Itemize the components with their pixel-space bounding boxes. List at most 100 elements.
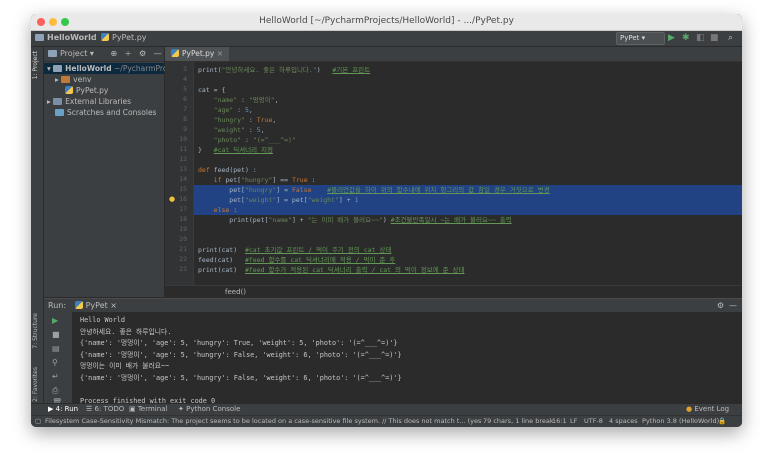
close-icon[interactable]: × [217, 49, 223, 58]
chevron-right-icon: ▸ [47, 97, 51, 106]
code-area[interactable]: print("안녕하세요. 좋은 하루입니다.") #기본 프린트 cat = {… [194, 62, 742, 285]
nav-file[interactable]: PyPet.py [101, 33, 147, 42]
code-line[interactable]: feed(cat) #feed 함수를 cat 딕셔너리에 적용 / 먹이 준 … [194, 255, 742, 265]
line-number: 14 [179, 175, 187, 183]
line-number: 13 [179, 165, 187, 173]
collapse-icon[interactable]: ÷ [125, 49, 132, 58]
locate-icon[interactable]: ⊕ [110, 49, 117, 58]
tab-event-log[interactable]: ● Event Log [686, 405, 729, 413]
line-number: 21 [179, 245, 187, 253]
search-icon[interactable]: ⌕ [728, 33, 733, 43]
code-line[interactable]: else : [194, 205, 742, 215]
hide-icon[interactable]: — [154, 49, 162, 58]
coverage-icon[interactable]: ◧ [696, 33, 705, 43]
debug-icon[interactable]: ✱ [682, 33, 690, 43]
left-tool-strip: 1: Project 7: Structure 2: Favorites [31, 47, 44, 403]
code-line[interactable]: "name" : "멍멍이", [194, 95, 742, 105]
code-editor: PyPet.py × 3 4 5 6 7 8 9 10 11 12 13 14 15 16 17 18 19 20… [165, 47, 742, 297]
line-number: 9 [183, 125, 187, 133]
tree-item-helloworld[interactable]: ▾ HelloWorld ~/PycharmProj [44, 63, 170, 74]
project-view-select[interactable]: Project [60, 49, 87, 58]
breadcrumb[interactable]: feed() [165, 285, 742, 297]
rerun-icon[interactable]: ▶ [52, 316, 58, 325]
run-config-tab[interactable]: PyPet [86, 301, 108, 310]
stop-icon[interactable]: ■ [52, 330, 60, 339]
console-line: 안녕하세요. 좋은 하루입니다. [80, 327, 172, 336]
gear-icon[interactable]: ⚙ [717, 299, 724, 312]
tab-structure[interactable]: 7: Structure [32, 313, 39, 349]
status-line-separator[interactable]: LF [570, 417, 577, 425]
folder-icon [61, 76, 71, 83]
line-number: 11 [179, 145, 187, 153]
nav-project[interactable]: HelloWorld [35, 33, 97, 42]
python-file-icon [74, 301, 83, 309]
status-indent[interactable]: 4 spaces [609, 417, 638, 425]
print-icon[interactable]: ⎙ [52, 386, 58, 396]
run-icon[interactable]: ▶ [668, 33, 675, 43]
code-line[interactable]: print(cat) #cat 초기값 프린트 / 먹이 주기 전의 cat 상… [194, 245, 742, 255]
lock-icon[interactable]: 🔒 [718, 417, 726, 425]
console-line: Hello World [80, 316, 126, 324]
soft-wrap-icon[interactable]: ↵ [52, 372, 59, 381]
library-icon [53, 98, 63, 105]
code-line[interactable]: "photo" : "(=^___^=)" [194, 135, 742, 145]
tab-favorites[interactable]: 2: Favorites [32, 367, 39, 402]
run-config-select[interactable]: PyPet ▾ [616, 32, 665, 45]
tab-pypet[interactable]: PyPet.py × [165, 47, 230, 61]
intention-bulb-icon[interactable]: ● [169, 195, 175, 203]
console-line: 멍멍이는 이미 배가 불러요~~ [80, 362, 170, 370]
code-line[interactable]: print(cat) #feed 함수가 적용된 cat 딕셔너리 출력 / c… [194, 265, 742, 275]
ide-window: HelloWorld [~/PycharmProjects/HelloWorld… [31, 14, 742, 427]
line-number: 7 [183, 105, 187, 113]
code-line[interactable]: } #cat 딕셔너리 지정 [194, 145, 742, 155]
hide-icon[interactable]: — [729, 299, 737, 312]
code-line[interactable]: def feed(pet) : [194, 165, 742, 175]
code-line[interactable]: pet["hungry"] = False #불리언값을 하이 위의 함수내에 … [194, 185, 742, 195]
code-line[interactable] [194, 155, 742, 165]
status-interpreter[interactable]: Python 3.8 (HelloWorld) [642, 417, 719, 425]
tab-python-console[interactable]: ✦ Python Console [178, 405, 240, 413]
line-number: 23 [179, 265, 187, 273]
line-number: 18 [179, 215, 187, 223]
code-line[interactable]: print(pet["name"] + "는 이미 배가 불러요~~") #조건… [194, 215, 742, 225]
code-line[interactable]: cat = { [194, 85, 742, 95]
layout-icon[interactable]: ▤ [52, 344, 60, 353]
stop-icon[interactable]: ■ [710, 33, 719, 43]
status-encoding[interactable]: UTF-8 [584, 417, 603, 425]
code-line[interactable]: print("안녕하세요. 좋은 하루입니다.") #기본 프린트 [194, 65, 742, 75]
run-panel-header: Run: PyPet × ⚙ — [44, 299, 742, 312]
status-icon[interactable]: ▢ [35, 417, 41, 425]
code-line[interactable]: "hungry" : True, [194, 115, 742, 125]
code-line[interactable]: if pet["hungry"] == True : [194, 175, 742, 185]
project-panel: Project ▾ ⊕ ÷ ⚙ — ▾ HelloWorld ~/Pycharm… [44, 47, 170, 297]
chevron-right-icon: ▸ [55, 75, 59, 84]
code-line[interactable]: "age" : 5, [194, 105, 742, 115]
tree-item-scratches[interactable]: Scratches and Consoles [44, 107, 164, 118]
tab-run[interactable]: ▶ 4: Run [48, 405, 78, 413]
code-line[interactable]: pet["weight"] = pet["weight"] + 1 [194, 195, 742, 205]
code-line[interactable] [194, 235, 742, 245]
folder-icon [48, 50, 57, 57]
line-number: 12 [179, 155, 187, 163]
code-line[interactable]: "weight" : 5, [194, 125, 742, 135]
navigation-bar: HelloWorld › PyPet.py PyPet ▾ ▶ ✱ ◧ ■ ⌕ [31, 31, 742, 47]
tree-item-pypet[interactable]: PyPet.py [44, 85, 164, 96]
python-file-icon [171, 49, 179, 57]
python-file-icon [101, 33, 109, 41]
tab-terminal[interactable]: ▣ Terminal [129, 405, 167, 413]
console-line: {'name': '멍멍이', 'age': 5, 'hungry': Fals… [80, 350, 402, 359]
gear-icon[interactable]: ⚙ [139, 49, 146, 58]
pin-icon[interactable]: ⚲ [52, 358, 58, 367]
status-bar: ▢ Filesystem Case-Sensitivity Mismatch: … [31, 415, 742, 427]
tree-item-venv[interactable]: ▸ venv [44, 74, 164, 85]
tree-item-external-libraries[interactable]: ▸ External Libraries [44, 96, 164, 107]
code-line[interactable] [194, 75, 742, 85]
status-message[interactable]: Filesystem Case-Sensitivity Mismatch: Th… [45, 417, 482, 425]
tab-project[interactable]: 1: Project [32, 51, 39, 79]
console-output[interactable]: Hello World 안녕하세요. 좋은 하루입니다. {'name': '멍멍이… [80, 315, 740, 407]
status-position[interactable]: 16:1 [552, 417, 567, 425]
run-toolbar: ▶ ■ ▤ ⚲ ↵ ⎙ 🗑 [44, 312, 72, 407]
tab-todo[interactable]: ☰ 6: TODO [86, 405, 124, 413]
code-line[interactable] [194, 225, 742, 235]
line-number: 3 [183, 65, 187, 73]
